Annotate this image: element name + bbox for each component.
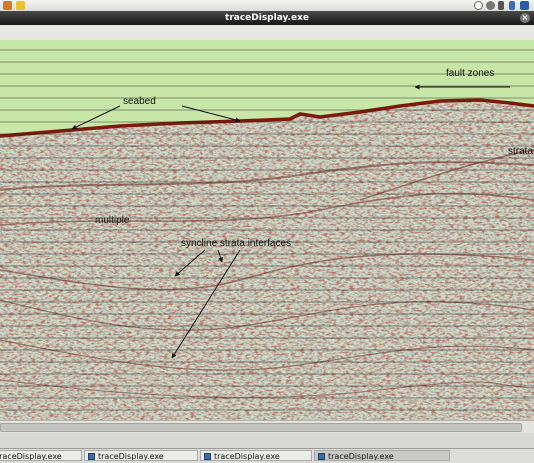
scrollbar-thumb[interactable] <box>0 423 522 432</box>
toolbar-area <box>0 25 534 41</box>
power-icon[interactable] <box>486 1 495 10</box>
taskbar: traceDisplay.exe traceDisplay.exe traceD… <box>0 448 534 463</box>
taskbar-item-active[interactable]: traceDisplay.exe <box>314 450 450 461</box>
multiple-label: multiple <box>95 215 130 226</box>
trace-noise-red <box>0 100 534 420</box>
clock-icon[interactable] <box>474 1 483 10</box>
close-icon[interactable]: × <box>520 13 530 23</box>
window-icon <box>318 453 325 460</box>
window-title-bar[interactable]: traceDisplay.exe × <box>0 11 534 25</box>
network-icon[interactable] <box>520 1 529 10</box>
taskbar-item[interactable]: traceDisplay.exe <box>0 450 82 461</box>
window-icon <box>204 453 211 460</box>
taskbar-item[interactable]: traceDisplay.exe <box>84 450 198 461</box>
app-menu-icon[interactable] <box>3 1 12 10</box>
fault-zones-label: fault zones <box>446 68 494 79</box>
window-icon <box>88 453 95 460</box>
bluetooth-icon[interactable] <box>509 1 515 10</box>
horizontal-scrollbar[interactable] <box>0 420 534 433</box>
window-title: traceDisplay.exe <box>225 13 309 23</box>
subsurface <box>0 100 534 420</box>
seismic-trace-plot[interactable]: seabed fault zones strata multiple syncl… <box>0 40 534 420</box>
volume-icon[interactable] <box>498 1 504 10</box>
seabed-label: seabed <box>123 96 156 107</box>
syncline-label: syncline strata interfaces <box>181 238 291 249</box>
taskbar-item[interactable]: traceDisplay.exe <box>200 450 312 461</box>
notes-icon[interactable] <box>16 1 25 10</box>
seismic-section: seabed fault zones strata multiple syncl… <box>0 40 534 420</box>
strata-label: strata <box>508 146 533 157</box>
